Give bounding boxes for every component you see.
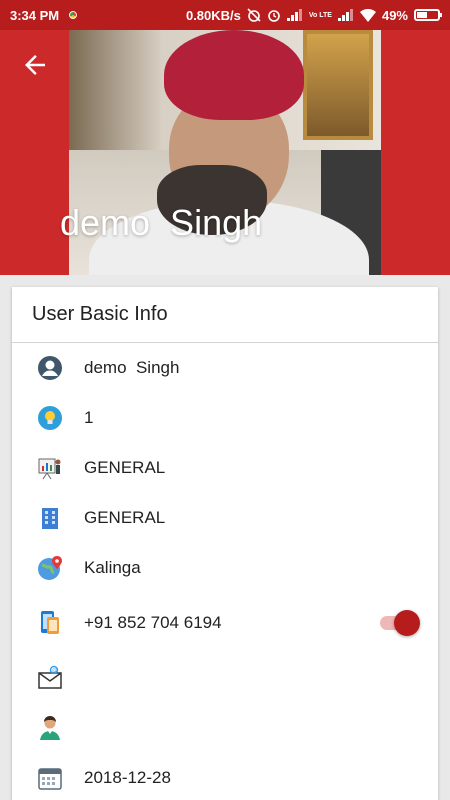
info-row-date: 2018-12-28 [12,753,438,800]
calendar-icon [36,764,64,792]
info-row-location: Kalinga [12,543,438,593]
network-speed: 0.80KB/s [185,7,241,23]
phone-visibility-toggle[interactable] [380,610,420,636]
info-row-department: GENERAL [12,493,438,543]
profile-header: demo Singh [0,30,450,275]
user-basic-info-card: User Basic Info demo Singh 1 GENERAL GEN… [12,287,438,800]
wifi-icon [359,8,376,22]
info-row-email: @ [12,653,438,703]
signal-icon [286,9,303,21]
user-name-text: demo Singh [84,358,180,377]
profile-name: demo Singh [60,202,263,243]
alarm-icon [268,10,280,22]
info-row-name: demo Singh [12,343,438,393]
info-row-manager [12,703,438,753]
back-arrow-icon[interactable] [20,50,50,80]
presentation-icon [36,454,64,482]
person-icon [36,714,64,742]
user-avatar-icon [36,354,64,382]
phone-icon [36,609,64,637]
volte-icon: Vo LTE [308,11,332,19]
svg-text:@: @ [52,668,57,674]
email-icon: @ [36,664,64,692]
battery-icon [414,9,442,21]
info-row-id: 1 [12,393,438,443]
signal-icon [337,9,354,21]
info-row-phone: +91 852 704 6194 [12,598,438,648]
alarm-off-icon [247,8,261,22]
chrome-icon [67,9,80,21]
globe-location-icon [36,554,64,582]
battery-percent: 49% [381,7,408,23]
category-text: GENERAL [84,458,166,477]
lightbulb-icon [36,404,64,432]
status-time: 3:34 PM [10,7,60,23]
user-id-text: 1 [84,408,94,427]
status-bar: 3:34 PM 0.80KB/s Vo LTE 49% [0,0,450,30]
phone-number-text: +91 852 704 6194 [84,613,222,632]
date-text: 2018-12-28 [84,768,171,787]
location-text: Kalinga [84,558,141,577]
info-row-category: GENERAL [12,443,438,493]
card-title: User Basic Info [12,287,438,343]
office-building-icon [36,504,64,532]
department-text: GENERAL [84,508,166,527]
